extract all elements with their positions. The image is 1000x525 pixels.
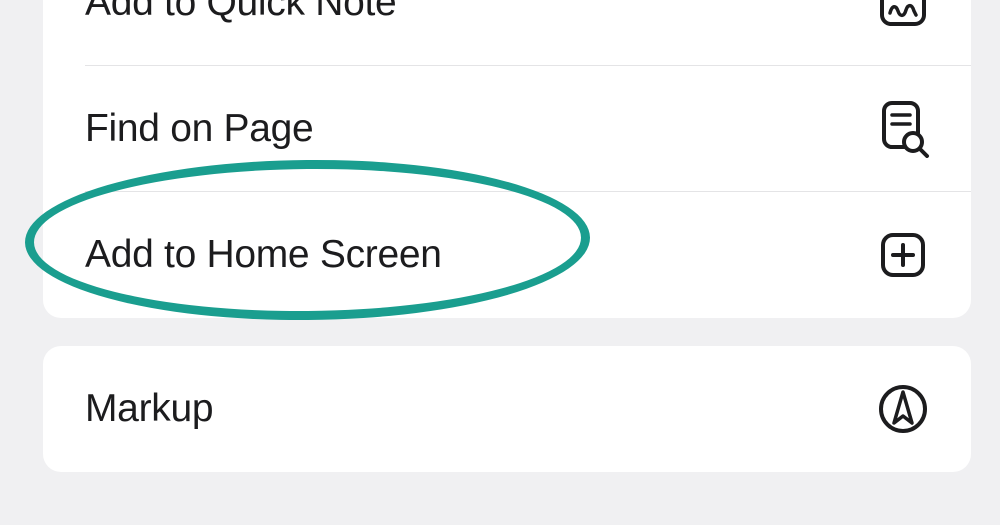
menu-item-label: Add to Home Screen [85,233,442,277]
add-to-home-icon [875,227,931,283]
find-on-page-icon [875,101,931,157]
menu-item-quick-note[interactable]: Add to Quick Note [43,0,971,66]
menu-group-tools: Markup [43,346,971,472]
menu-item-add-to-home[interactable]: Add to Home Screen [43,192,971,318]
menu-item-find-on-page[interactable]: Find on Page [43,66,971,192]
markup-icon [875,381,931,437]
menu-item-markup[interactable]: Markup [43,346,971,472]
menu-item-label: Add to Quick Note [85,0,396,25]
quick-note-icon [875,0,931,31]
menu-item-label: Markup [85,387,213,431]
menu-group-actions: Add to Quick Note Find on Page Add to Ho… [43,0,971,318]
menu-item-label: Find on Page [85,107,313,151]
